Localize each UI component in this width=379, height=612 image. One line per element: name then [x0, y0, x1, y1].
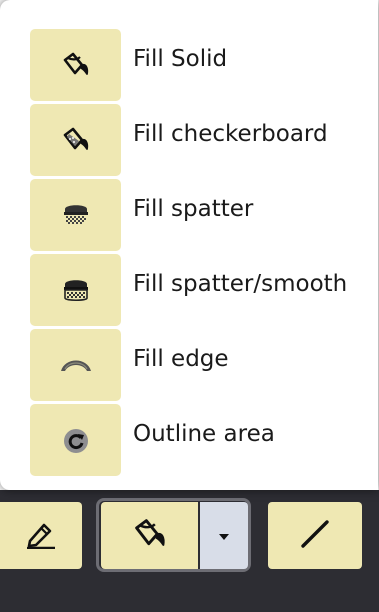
fill-spatter-icon [30, 179, 121, 251]
fill-spatter-smooth-icon [30, 254, 121, 326]
bottom-toolbar [0, 490, 379, 612]
menu-item-fill-edge[interactable]: Fill edge [30, 329, 370, 401]
fill-tool-screen: Fill Solid Fill checkerboard Fill spatte… [0, 0, 379, 612]
fill-tool-button[interactable] [101, 502, 198, 569]
pencil-icon [24, 519, 58, 553]
menu-item-fill-checkerboard[interactable]: Fill checkerboard [30, 104, 370, 176]
menu-item-label: Fill edge [133, 346, 229, 372]
menu-item-fill-spatter[interactable]: Fill spatter [30, 179, 370, 251]
fill-edge-icon [30, 329, 121, 401]
menu-item-outline-area[interactable]: Outline area [30, 404, 370, 476]
menu-item-label: Fill spatter [133, 196, 254, 222]
paint-bucket-icon [130, 517, 170, 555]
menu-item-label: Fill checkerboard [133, 121, 328, 147]
outline-area-icon [30, 404, 121, 476]
fill-mode-menu: Fill Solid Fill checkerboard Fill spatte… [0, 0, 378, 490]
fill-mode-dropdown-button[interactable] [200, 502, 248, 569]
chevron-down-icon [218, 526, 230, 545]
paint-bucket-checker-icon [30, 104, 121, 176]
menu-item-label: Fill spatter/smooth [133, 271, 348, 297]
line-icon [297, 516, 333, 556]
line-tool-button[interactable] [268, 502, 362, 569]
paint-bucket-icon [30, 29, 121, 101]
menu-item-label: Fill Solid [133, 46, 228, 72]
menu-item-fill-spatter-smooth[interactable]: Fill spatter/smooth [30, 254, 370, 326]
menu-item-fill-solid[interactable]: Fill Solid [30, 29, 370, 101]
menu-item-label: Outline area [133, 421, 275, 447]
pencil-tool-button[interactable] [0, 502, 82, 569]
